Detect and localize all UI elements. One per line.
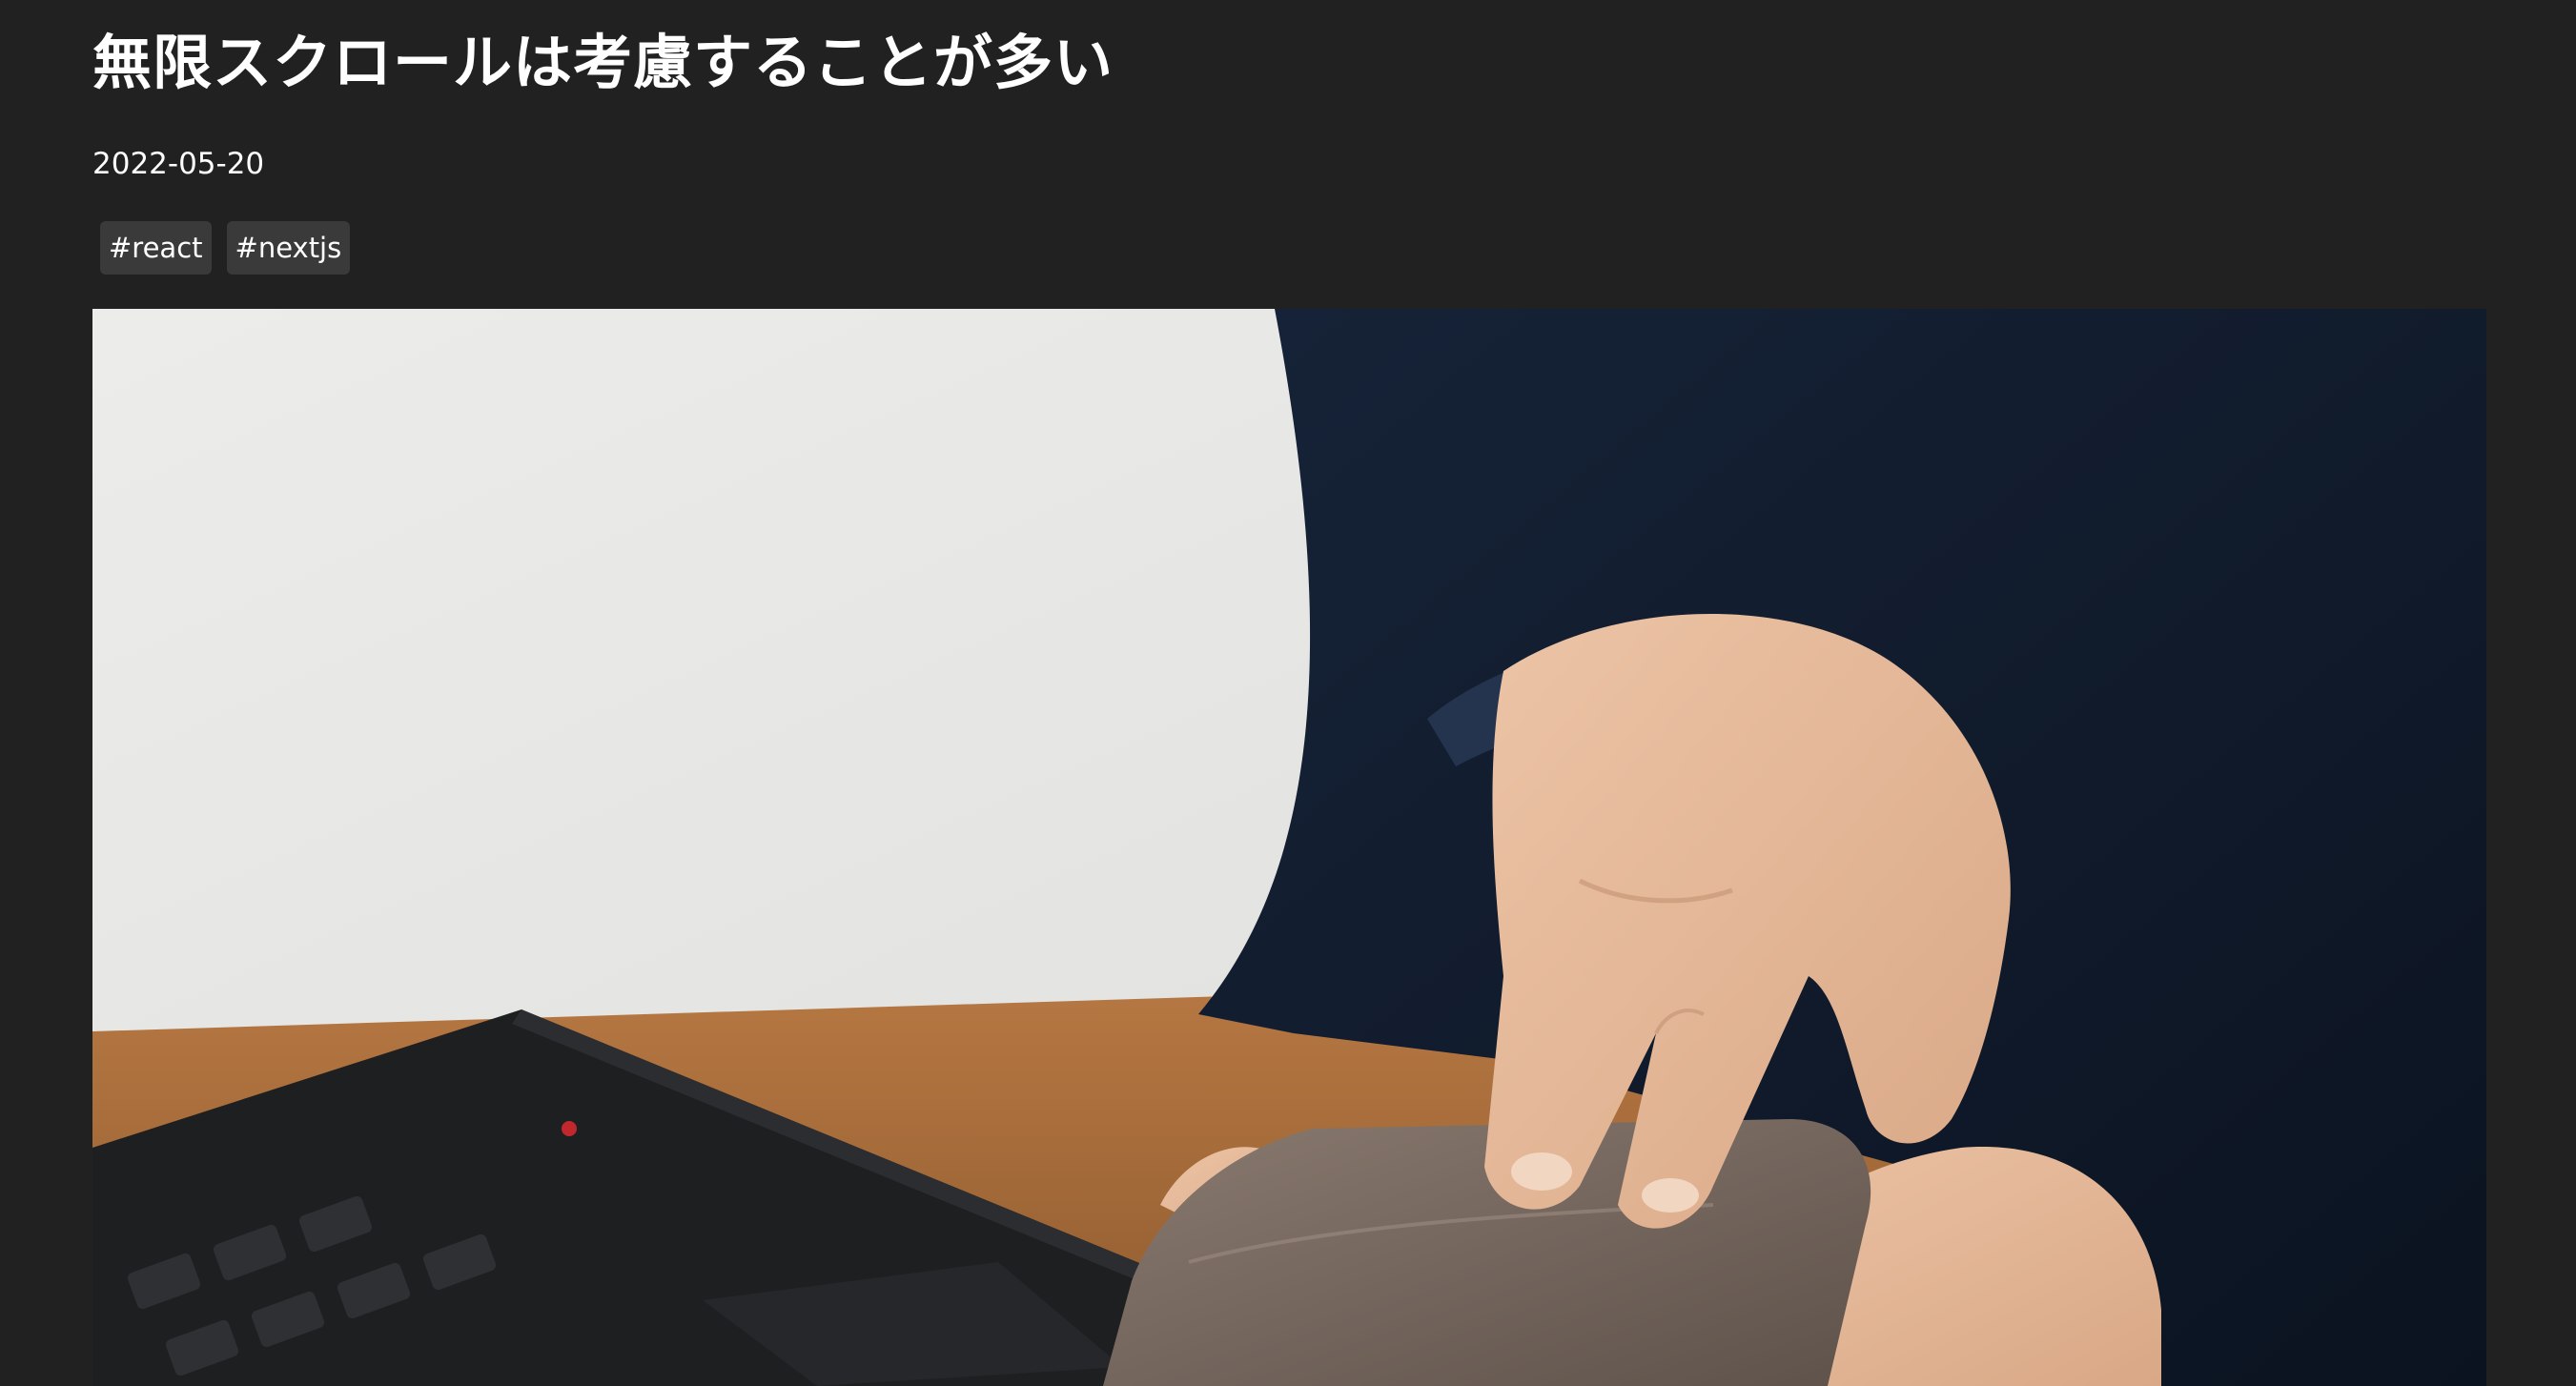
tag-react[interactable]: #react <box>100 221 212 275</box>
article: 無限スクロールは考慮することが多い 2022-05-20 #react #nex… <box>92 0 2486 1386</box>
tag-nextjs[interactable]: #nextjs <box>226 221 351 275</box>
fingernail-index <box>1511 1152 1572 1191</box>
article-date: 2022-05-20 <box>92 147 265 181</box>
tag-list: #react #nextjs <box>100 221 351 275</box>
hero-image <box>92 309 2486 1386</box>
article-title: 無限スクロールは考慮することが多い <box>92 28 1114 97</box>
fingernail-middle <box>1642 1178 1699 1213</box>
laptop-trackpoint <box>562 1121 577 1136</box>
